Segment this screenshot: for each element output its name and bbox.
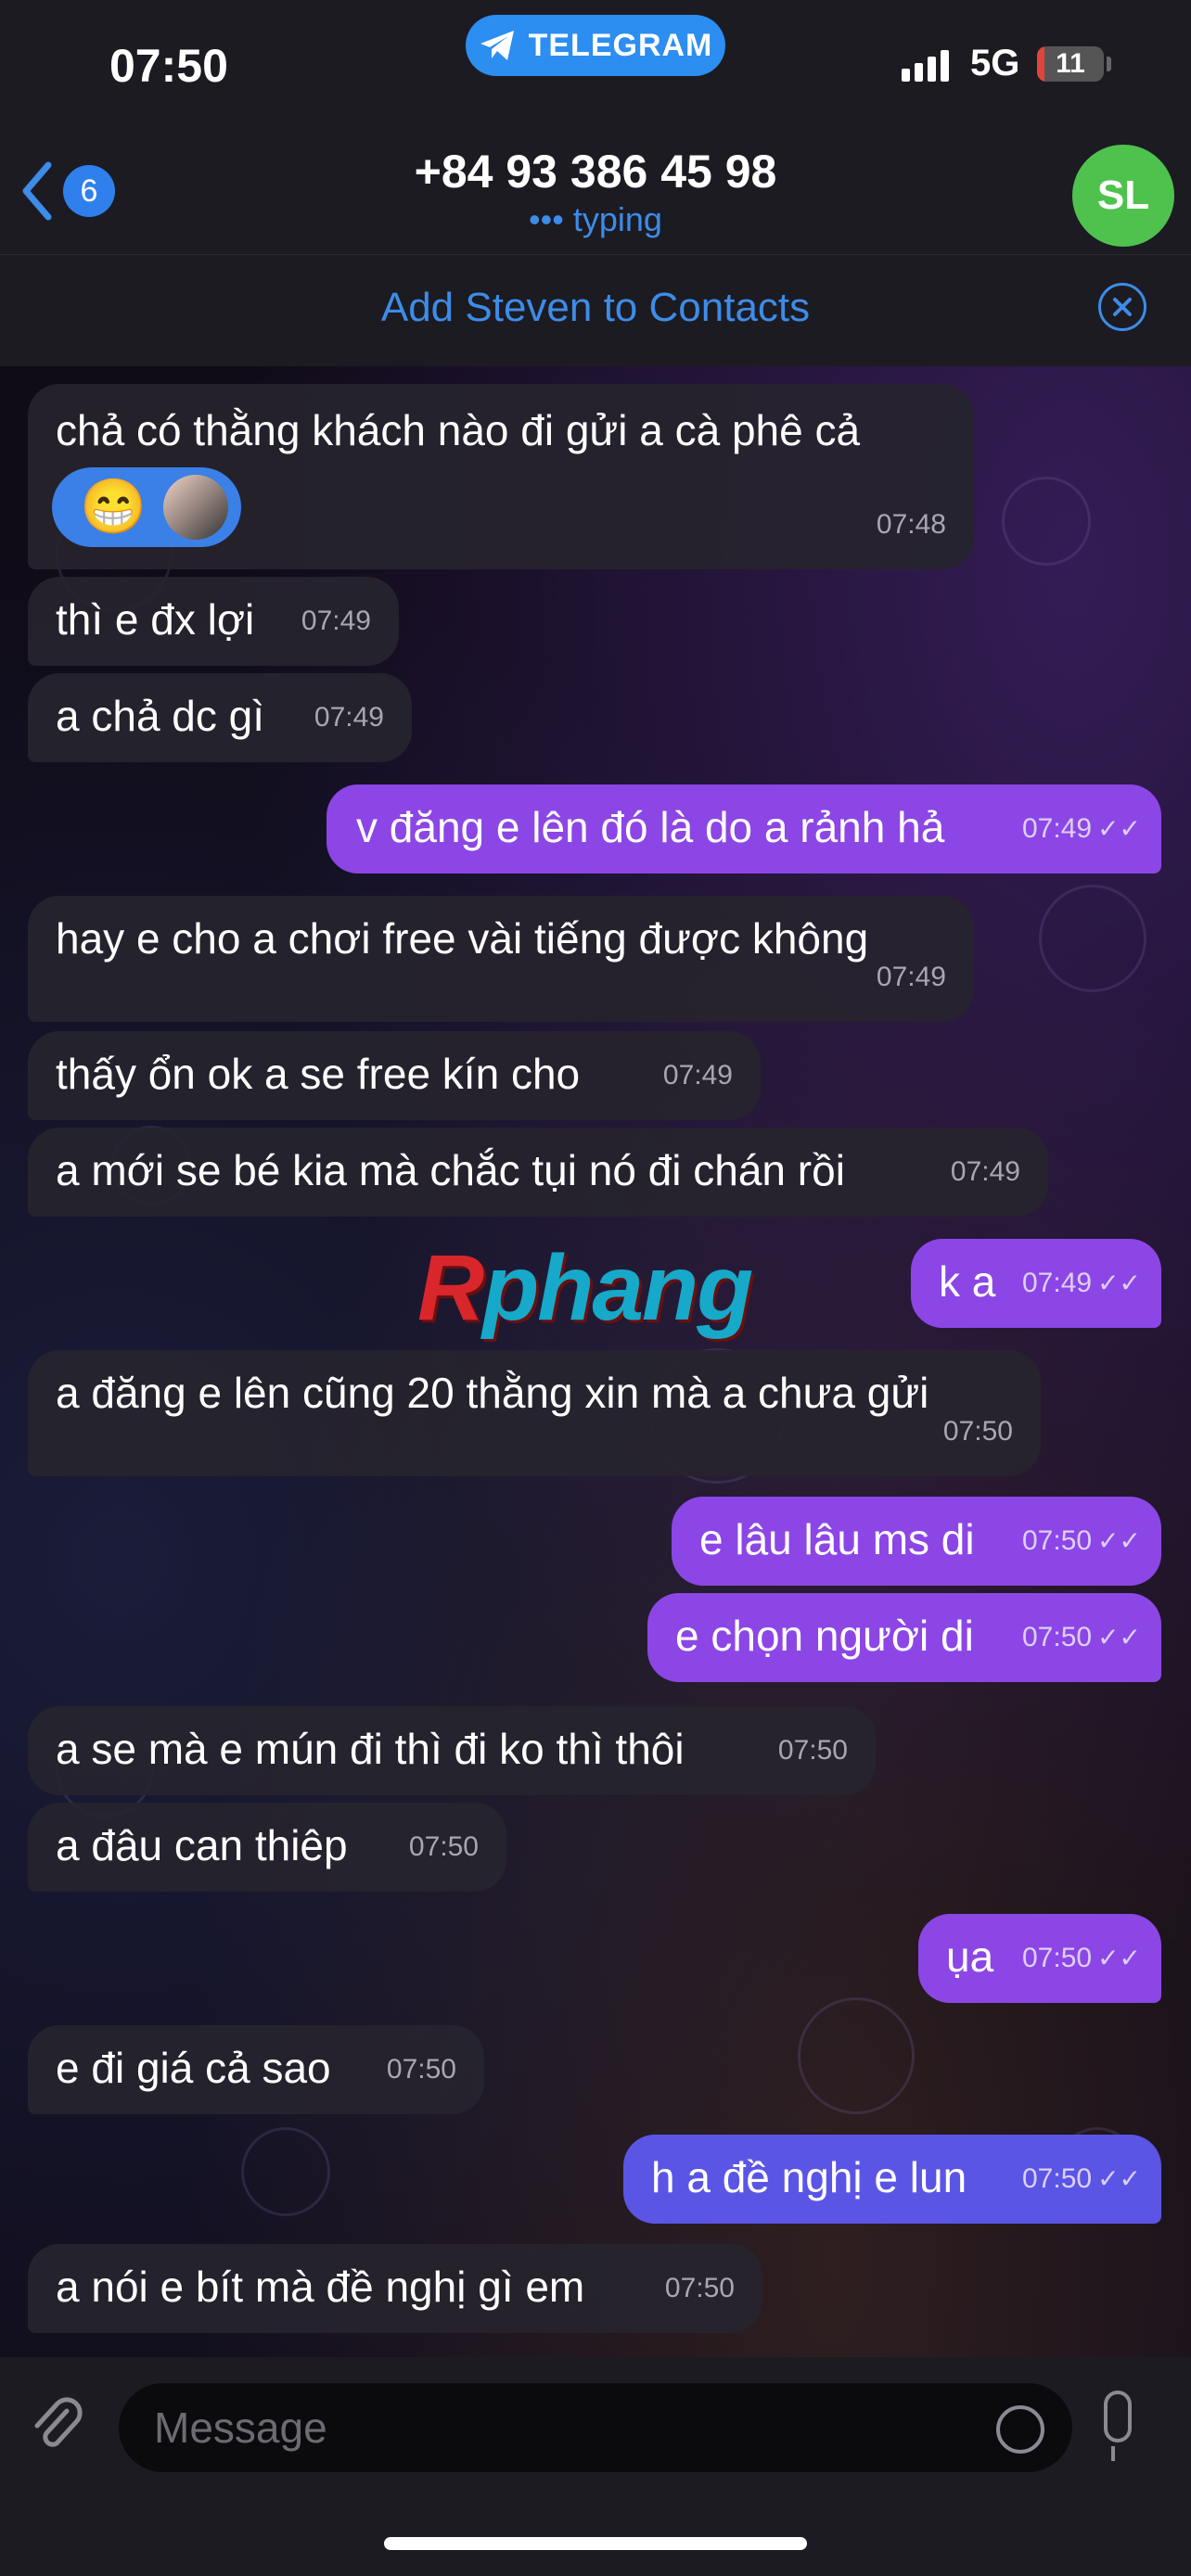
message-text: e chọn người di bbox=[675, 1612, 974, 1660]
message-incoming[interactable]: e đi giá cả sao 07:50 bbox=[28, 2025, 484, 2114]
message-incoming[interactable]: a chả dc gì 07:49 bbox=[28, 673, 412, 762]
double-check-icon: ✓✓ bbox=[1097, 814, 1141, 843]
message-incoming[interactable]: a se mà e mún đi thì đi ko thì thôi 07:5… bbox=[28, 1706, 876, 1795]
message-time-read: 07:50 ✓✓ bbox=[1022, 1612, 1141, 1664]
double-check-icon: ✓✓ bbox=[1097, 1526, 1141, 1555]
message-time-read: 07:49 ✓✓ bbox=[1022, 1257, 1141, 1309]
battery-tip bbox=[1107, 57, 1111, 71]
message-outgoing[interactable]: e chọn người di 07:50 ✓✓ bbox=[647, 1593, 1161, 1682]
signal-icon bbox=[902, 50, 949, 82]
close-icon[interactable] bbox=[1098, 283, 1146, 331]
status-bar: 07:50 TELEGRAM 5G 11 bbox=[0, 0, 1191, 139]
message-text: hay e cho a chơi free vài tiếng được khô… bbox=[56, 914, 869, 963]
home-indicator bbox=[384, 2537, 807, 2550]
message-time: 07:49 bbox=[876, 962, 946, 992]
avatar[interactable]: SL bbox=[1072, 145, 1174, 247]
message-time: 07:49 bbox=[314, 702, 384, 733]
message-input[interactable]: Message bbox=[119, 2383, 1072, 2472]
message-text: chả có thằng khách nào đi gửi a cà phê c… bbox=[56, 406, 861, 454]
message-time-read: 07:50 ✓✓ bbox=[1022, 1932, 1141, 1984]
double-check-icon: ✓✓ bbox=[1097, 2164, 1141, 2193]
message-time-read: 07:50 ✓✓ bbox=[1022, 2153, 1141, 2205]
back-button[interactable]: 6 bbox=[19, 161, 115, 221]
reactor-avatar bbox=[163, 475, 229, 540]
message-incoming[interactable]: a nói e bít mà đề nghị gì em 07:50 bbox=[28, 2244, 762, 2333]
telegram-plane-icon bbox=[480, 31, 514, 60]
message-incoming[interactable]: chả có thằng khách nào đi gửi a cà phê c… bbox=[28, 384, 974, 569]
typing-status: ••• typing bbox=[529, 200, 662, 238]
grinning-face-icon: 😁 bbox=[80, 477, 147, 537]
message-incoming[interactable]: thấy ổn ok a se free kín cho 07:49 bbox=[28, 1031, 761, 1120]
message-text: a se mà e mún đi thì đi ko thì thôi bbox=[56, 1725, 685, 1773]
message-time: 07:50 bbox=[777, 1735, 848, 1766]
message-time: 07:50 bbox=[1022, 1525, 1093, 1556]
double-check-icon: ✓✓ bbox=[1097, 1944, 1141, 1972]
message-text: e đi giá cả sao bbox=[56, 2044, 331, 2092]
message-time: 07:50 bbox=[664, 2273, 735, 2303]
message-time: 07:49 bbox=[662, 1060, 733, 1090]
message-incoming[interactable]: a đăng e lên cũng 20 thằng xin mà a chưa… bbox=[28, 1350, 1041, 1476]
attach-button[interactable] bbox=[26, 2394, 87, 2469]
message-text: a đâu can thiêp bbox=[56, 1821, 348, 1869]
message-incoming[interactable]: a mới se bé kia mà chắc tụi nó đi chán r… bbox=[28, 1128, 1048, 1217]
message-text: a mới se bé kia mà chắc tụi nó đi chán r… bbox=[56, 1146, 845, 1194]
message-text: thấy ổn ok a se free kín cho bbox=[56, 1050, 581, 1098]
message-text: h a đề nghị e lun bbox=[651, 2153, 967, 2201]
message-outgoing[interactable]: v đăng e lên đó là do a rảnh hả 07:49 ✓✓ bbox=[327, 784, 1161, 874]
message-time: 07:49 bbox=[1022, 813, 1093, 844]
message-time: 07:50 bbox=[1022, 1943, 1093, 1973]
message-time-read: 07:50 ✓✓ bbox=[1022, 1515, 1141, 1567]
sticker-icon[interactable] bbox=[996, 2405, 1044, 2454]
message-incoming[interactable]: hay e cho a chơi free vài tiếng được khô… bbox=[28, 896, 974, 1022]
message-time-read: 07:49 ✓✓ bbox=[1022, 803, 1141, 855]
message-time: 07:49 bbox=[1022, 1268, 1093, 1298]
add-contact-button[interactable]: Add Steven to Contacts bbox=[0, 285, 1191, 331]
unread-badge: 6 bbox=[63, 165, 115, 217]
message-incoming[interactable]: thì e đx lợi 07:49 bbox=[28, 577, 399, 666]
battery-level: 11 bbox=[1056, 48, 1085, 79]
message-text: a chả dc gì bbox=[56, 692, 265, 740]
message-time: 07:50 bbox=[942, 1416, 1013, 1447]
message-text: a nói e bít mà đề nghị gì em bbox=[56, 2263, 585, 2311]
double-check-icon: ✓✓ bbox=[1097, 1623, 1141, 1651]
message-text: thì e đx lợi bbox=[56, 595, 255, 644]
message-time: 07:48 bbox=[876, 509, 946, 540]
microphone-stand bbox=[1111, 2446, 1128, 2461]
reaction-pill[interactable]: 😁 bbox=[52, 467, 241, 547]
clock: 07:50 bbox=[109, 40, 228, 92]
telegram-pill[interactable]: TELEGRAM bbox=[466, 15, 725, 76]
watermark-logo: Rphang bbox=[417, 1236, 753, 1340]
message-time: 07:49 bbox=[950, 1156, 1020, 1187]
message-text: k a bbox=[939, 1257, 996, 1306]
message-text: e lâu lâu ms di bbox=[699, 1515, 975, 1563]
message-text: a đăng e lên cũng 20 thằng xin mà a chưa… bbox=[56, 1369, 929, 1417]
message-time: 07:49 bbox=[301, 606, 371, 636]
network-type: 5G bbox=[970, 43, 1020, 83]
x-mark-icon bbox=[1113, 298, 1132, 316]
paperclip-icon bbox=[34, 2397, 83, 2447]
message-outgoing[interactable]: ụa 07:50 ✓✓ bbox=[918, 1914, 1161, 2003]
message-time: 07:50 bbox=[1022, 2163, 1093, 2194]
message-outgoing[interactable]: e lâu lâu ms di 07:50 ✓✓ bbox=[672, 1497, 1161, 1586]
message-time: 07:50 bbox=[1022, 1622, 1093, 1652]
chat-header: +84 93 386 45 98 ••• typing 6 SL bbox=[0, 139, 1191, 254]
message-text: v đăng e lên đó là do a rảnh hả bbox=[356, 803, 945, 851]
message-time: 07:50 bbox=[408, 1831, 479, 1862]
message-incoming[interactable]: a đâu can thiêp 07:50 bbox=[28, 1803, 506, 1892]
message-time: 07:50 bbox=[386, 2054, 456, 2085]
message-text: ụa bbox=[946, 1932, 994, 1981]
chat-title[interactable]: +84 93 386 45 98 bbox=[0, 145, 1191, 198]
message-outgoing[interactable]: k a 07:49 ✓✓ bbox=[911, 1239, 1161, 1328]
double-check-icon: ✓✓ bbox=[1097, 1269, 1141, 1297]
message-outgoing[interactable]: h a đề nghị e lun 07:50 ✓✓ bbox=[623, 2135, 1161, 2224]
microphone-icon[interactable] bbox=[1104, 2391, 1132, 2442]
battery-icon: 11 bbox=[1037, 46, 1104, 82]
chevron-left-icon bbox=[22, 161, 52, 221]
add-contact-bar: Add Steven to Contacts bbox=[0, 254, 1191, 366]
pill-label: TELEGRAM bbox=[528, 27, 713, 63]
